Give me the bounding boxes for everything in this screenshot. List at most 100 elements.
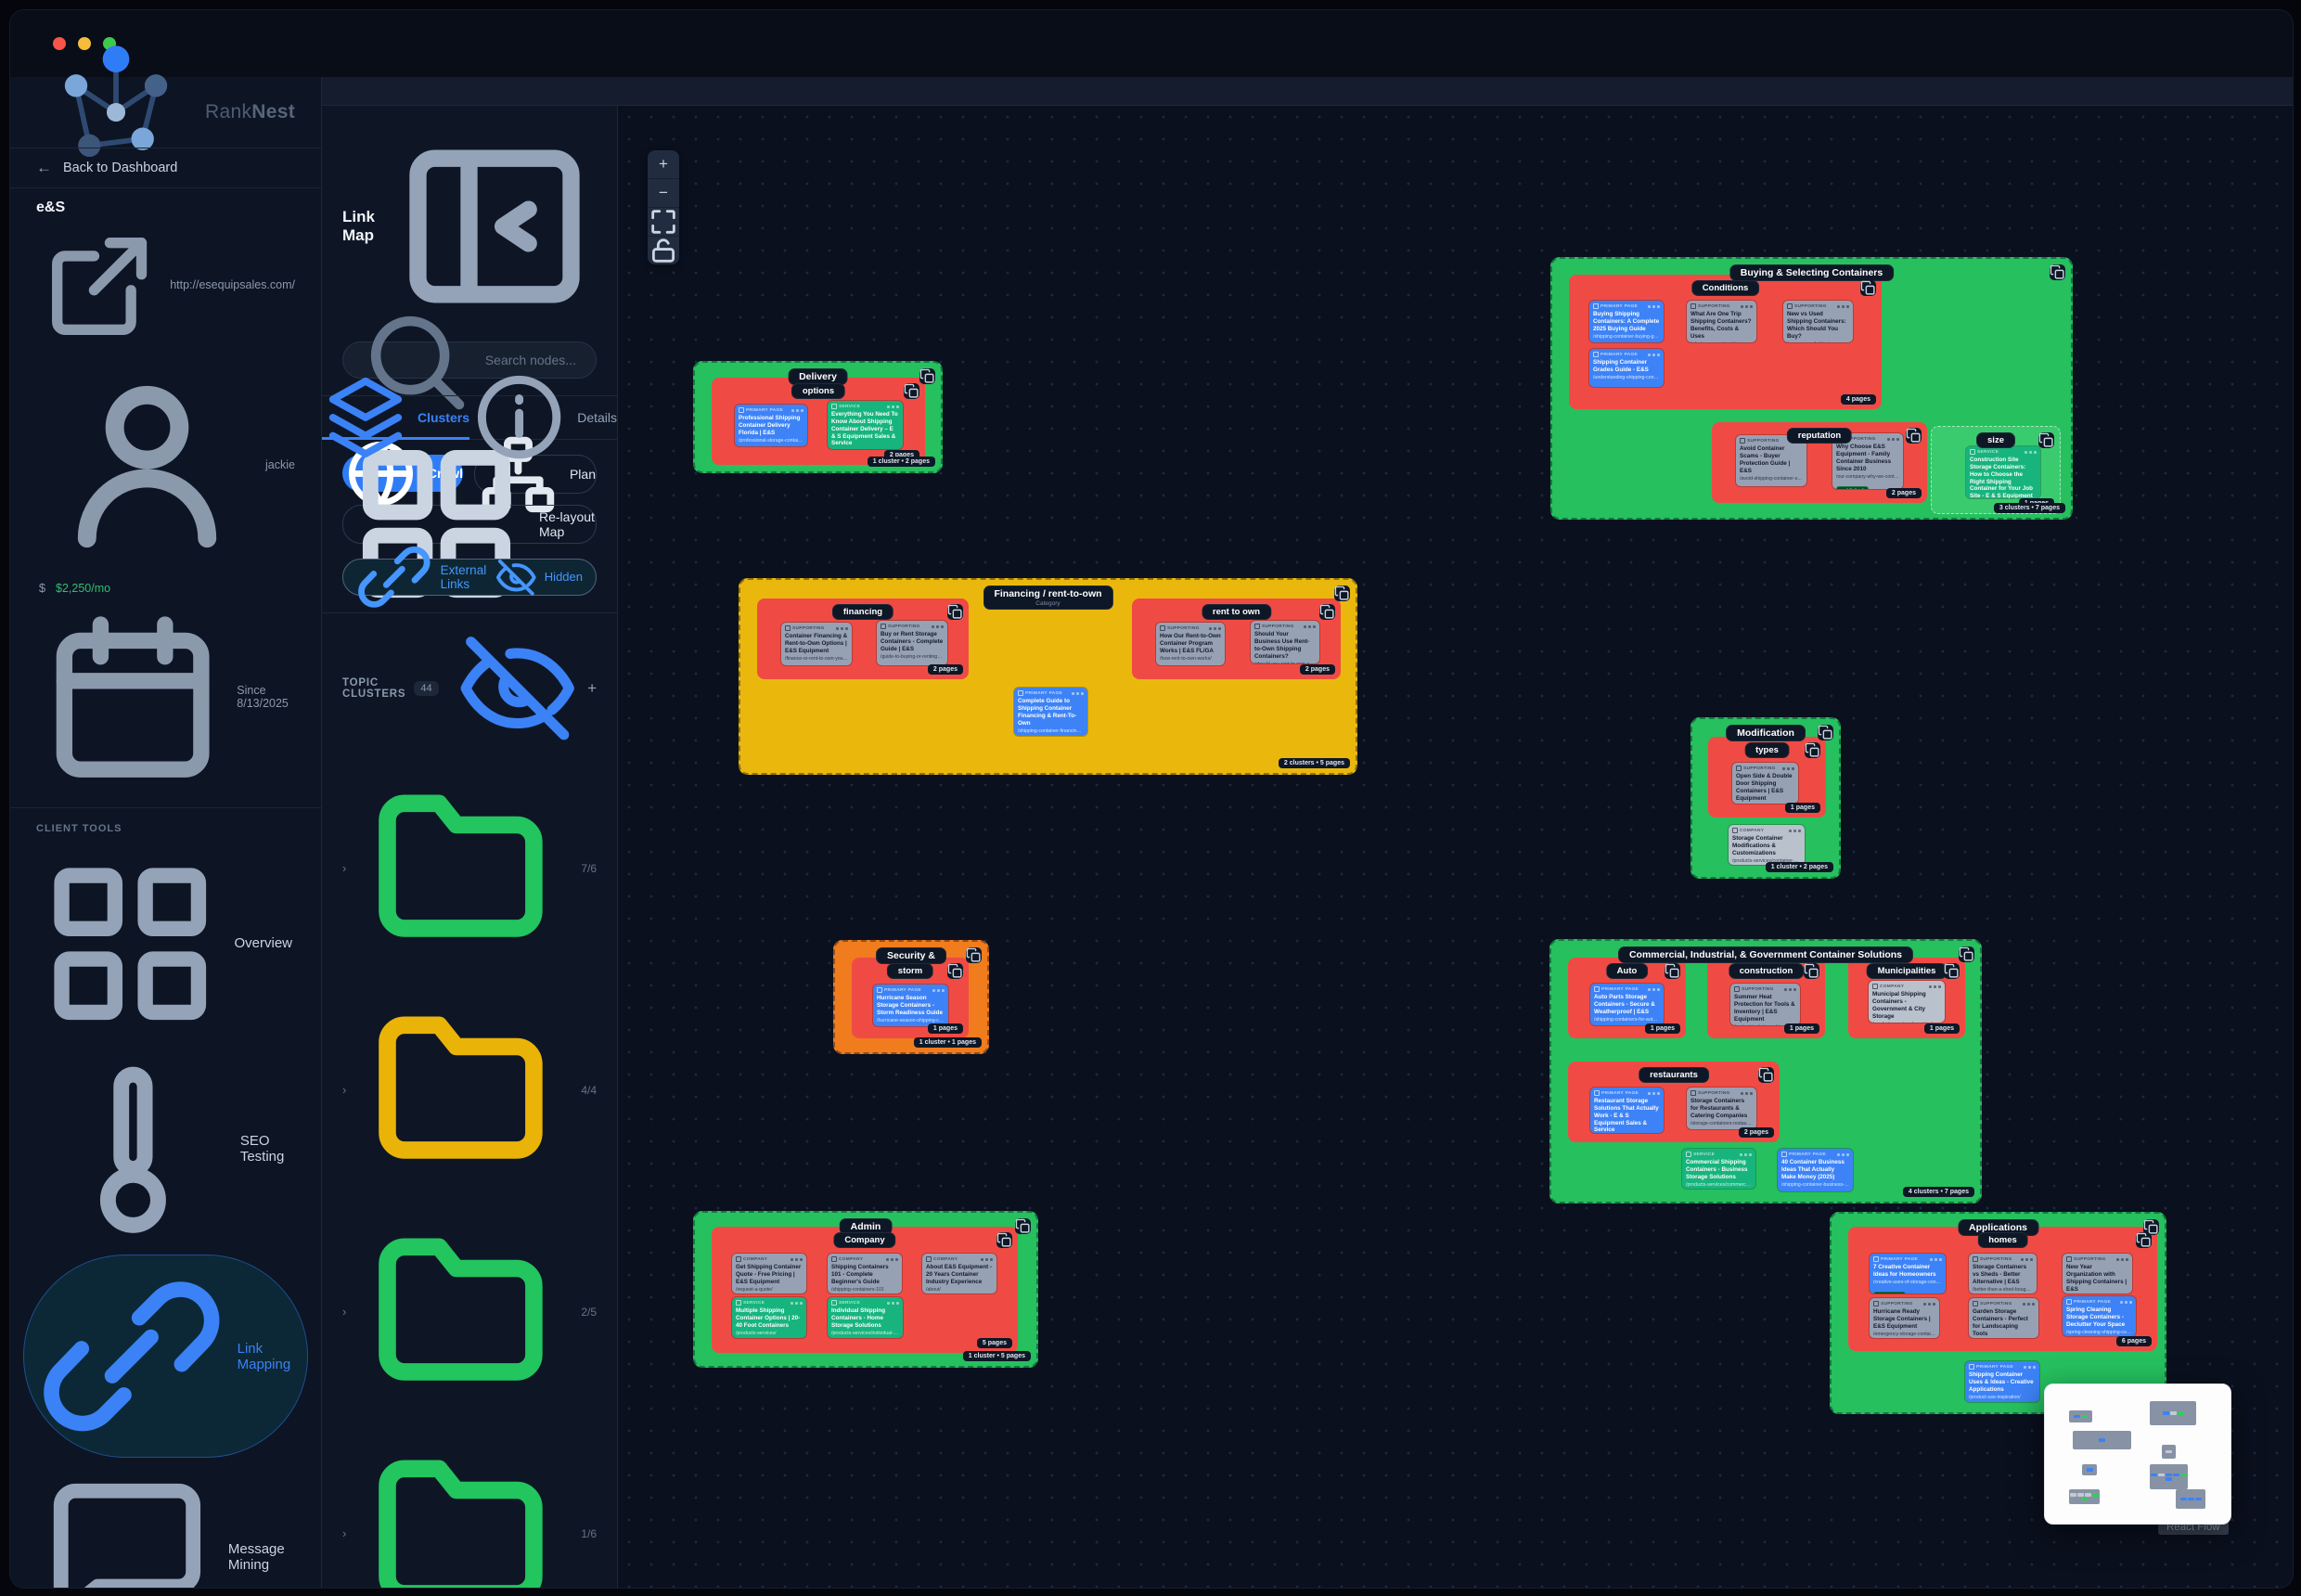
node-action-icon[interactable] [800, 1302, 803, 1305]
node-action-icon[interactable] [1935, 1258, 1937, 1261]
node-action-icon[interactable] [985, 1258, 988, 1261]
node-action-icon[interactable] [1887, 438, 1890, 441]
node-card[interactable]: SERVICEIndividual Shipping Containers - … [828, 1297, 903, 1338]
cluster-title-chip[interactable]: restaurants [1639, 1067, 1709, 1083]
node-action-icon[interactable] [1304, 625, 1306, 628]
duplicate-cluster-button[interactable] [1805, 742, 1820, 758]
link-map-canvas[interactable]: + − React Flow DeliveryoptionsPRIMARY PA… [618, 106, 2293, 1588]
node-action-icon[interactable] [981, 1258, 983, 1261]
cluster-commercial-industrial-government-container-solutions[interactable]: Commercial, Industrial, & Government Con… [1549, 939, 1982, 1203]
node-action-icon[interactable] [791, 1302, 793, 1305]
hide-all-clusters-button[interactable] [456, 626, 579, 750]
sidebar-item-message-mining[interactable]: Message Mining [23, 1460, 308, 1589]
topic-cluster-row-modification[interactable]: ›Modification1/6 [322, 1422, 617, 1588]
node-action-icon[interactable] [932, 989, 935, 992]
subcluster-company[interactable]: Company COMPANYGet Shipping Container Quo… [712, 1227, 1018, 1353]
node-action-icon[interactable] [2126, 1258, 2128, 1261]
node-card[interactable]: PRIMARY PAGEAuto Parts Storage Container… [1590, 984, 1664, 1025]
node-action-icon[interactable] [1793, 988, 1796, 991]
node-action-icon[interactable] [887, 1302, 890, 1305]
node-action-icon[interactable] [1789, 830, 1792, 832]
duplicate-cluster-button[interactable] [2050, 264, 2065, 280]
node-action-icon[interactable] [1939, 1258, 1942, 1261]
subcluster-financing[interactable]: financingSUPPORTINGContainer Financing &… [757, 598, 969, 679]
node-card[interactable]: SUPPORTINGOpen Side & Double Door Shippi… [1732, 763, 1798, 804]
duplicate-cluster-button[interactable] [1334, 586, 1350, 601]
node-card[interactable]: SUPPORTINGGarden Storage Containers - Pe… [1969, 1298, 2038, 1338]
node-card[interactable]: SUPPORTINGContainer Financing & Rent-to-… [781, 623, 852, 665]
node-action-icon[interactable] [1750, 305, 1753, 308]
node-action-icon[interactable] [1657, 305, 1660, 308]
node-action-icon[interactable] [845, 627, 848, 630]
node-action-icon[interactable] [1792, 767, 1794, 770]
client-url[interactable]: http://esequipsales.com/ [170, 278, 295, 291]
duplicate-cluster-button[interactable] [1860, 280, 1876, 296]
cluster-title-chip[interactable]: Company [833, 1232, 895, 1248]
node-action-icon[interactable] [1308, 625, 1311, 628]
node-action-icon[interactable] [1648, 305, 1651, 308]
node-action-icon[interactable] [2125, 1301, 2127, 1304]
node-action-icon[interactable] [2121, 1258, 2124, 1261]
node-action-icon[interactable] [1745, 1092, 1748, 1095]
node-card[interactable]: COMPANYAbout E&S Equipment - 20 Years Co… [922, 1254, 996, 1294]
tab-details[interactable]: Details [469, 396, 617, 439]
cluster-buying-selecting-containers[interactable]: Buying & Selecting ContainersConditionsP… [1550, 257, 2073, 520]
node-action-icon[interactable] [1741, 305, 1743, 308]
node-card[interactable]: SUPPORTINGStorage Containers for Restaur… [1687, 1088, 1756, 1129]
cluster-title-chip[interactable]: reputation [1787, 428, 1852, 444]
node-card[interactable]: PRIMARY PAGE40 Container Business Ideas … [1778, 1149, 1853, 1191]
node-action-icon[interactable] [795, 1258, 798, 1261]
node-card[interactable]: PRIMARY PAGEProfessional Shipping Contai… [735, 405, 807, 446]
add-cluster-button[interactable]: + [587, 680, 597, 696]
cluster-delivery[interactable]: DeliveryoptionsPRIMARY PAGEProfessional … [693, 361, 943, 473]
node-card[interactable]: SUPPORTINGWhat Are One Trip Shipping Con… [1687, 301, 1756, 342]
duplicate-cluster-button[interactable] [1906, 428, 1922, 444]
node-action-icon[interactable] [791, 1258, 793, 1261]
node-action-icon[interactable] [1081, 692, 1084, 695]
cluster-title-chip[interactable]: Security & [876, 947, 946, 964]
node-card[interactable]: COMPANYGet Shipping Container Quote - Fr… [732, 1254, 806, 1294]
node-action-icon[interactable] [896, 1302, 899, 1305]
node-action-icon[interactable] [942, 989, 945, 992]
node-action-icon[interactable] [1837, 1153, 1840, 1156]
duplicate-cluster-button[interactable] [1665, 963, 1680, 979]
node-action-icon[interactable] [1842, 305, 1845, 308]
node-action-icon[interactable] [941, 625, 944, 628]
cluster-title-chip[interactable]: size [1976, 432, 2015, 448]
node-action-icon[interactable] [936, 625, 939, 628]
node-action-icon[interactable] [2024, 1366, 2026, 1369]
duplicate-cluster-button[interactable] [1015, 1218, 1031, 1234]
node-action-icon[interactable] [2027, 1303, 2030, 1306]
node-action-icon[interactable] [1789, 988, 1792, 991]
node-action-icon[interactable] [892, 405, 894, 408]
subcluster-homes[interactable]: homesPRIMARY PAGE7 Creative Container Id… [1848, 1227, 2157, 1351]
cluster-admin[interactable]: AdminCompanyCOMPANYGet Shipping Containe… [693, 1211, 1038, 1368]
duplicate-cluster-button[interactable] [1758, 1067, 1774, 1083]
node-action-icon[interactable] [1928, 1303, 1931, 1306]
topic-cluster-row-delivery[interactable]: ›Delivery2/5 [322, 1201, 617, 1422]
relayout-map-button[interactable]: Re-layout Map [342, 505, 597, 544]
node-card[interactable]: PRIMARY PAGEShipping Container Uses & Id… [1965, 1361, 2039, 1402]
node-card[interactable]: PRIMARY PAGESpring Cleaning Storage Cont… [2063, 1296, 2136, 1336]
node-card[interactable]: SUPPORTINGNew Year Organization with Shi… [2063, 1254, 2132, 1294]
node-card[interactable]: PRIMARY PAGEHurricane Season Storage Con… [873, 985, 948, 1026]
subcluster-rent-to-own[interactable]: rent to ownSUPPORTINGHow Our Rent-to-Own… [1132, 598, 1341, 679]
node-card[interactable]: SUPPORTINGHow Our Rent-to-Own Container … [1156, 623, 1225, 665]
cluster-title-chip[interactable]: storm [887, 963, 933, 979]
node-action-icon[interactable] [1652, 988, 1655, 991]
node-action-icon[interactable] [2028, 1366, 2031, 1369]
subcluster-storm[interactable]: storm PRIMARY PAGEHurricane Season Storag… [852, 958, 969, 1038]
node-action-icon[interactable] [836, 627, 839, 630]
node-action-icon[interactable] [1313, 625, 1316, 628]
node-card[interactable]: PRIMARY PAGEBuying Shipping Containers: … [1589, 301, 1664, 342]
node-action-icon[interactable] [1934, 985, 1936, 988]
duplicate-cluster-button[interactable] [1319, 604, 1335, 620]
duplicate-cluster-button[interactable] [966, 947, 982, 963]
cluster-modification[interactable]: ModificationtypesSUPPORTINGOpen Side & D… [1690, 717, 1841, 879]
cluster-financing-rent-to-own[interactable]: Financing / rent-to-ownCategoryfinancing… [739, 578, 1357, 775]
cluster-title-chip[interactable]: Commercial, Industrial, & Government Con… [1618, 946, 1913, 963]
node-card[interactable]: SERVICEConstruction Site Storage Contain… [1966, 446, 2040, 498]
search-input[interactable] [483, 352, 583, 368]
subcluster-options[interactable]: optionsPRIMARY PAGEProfessional Shipping… [712, 378, 925, 465]
duplicate-cluster-button[interactable] [904, 383, 919, 399]
